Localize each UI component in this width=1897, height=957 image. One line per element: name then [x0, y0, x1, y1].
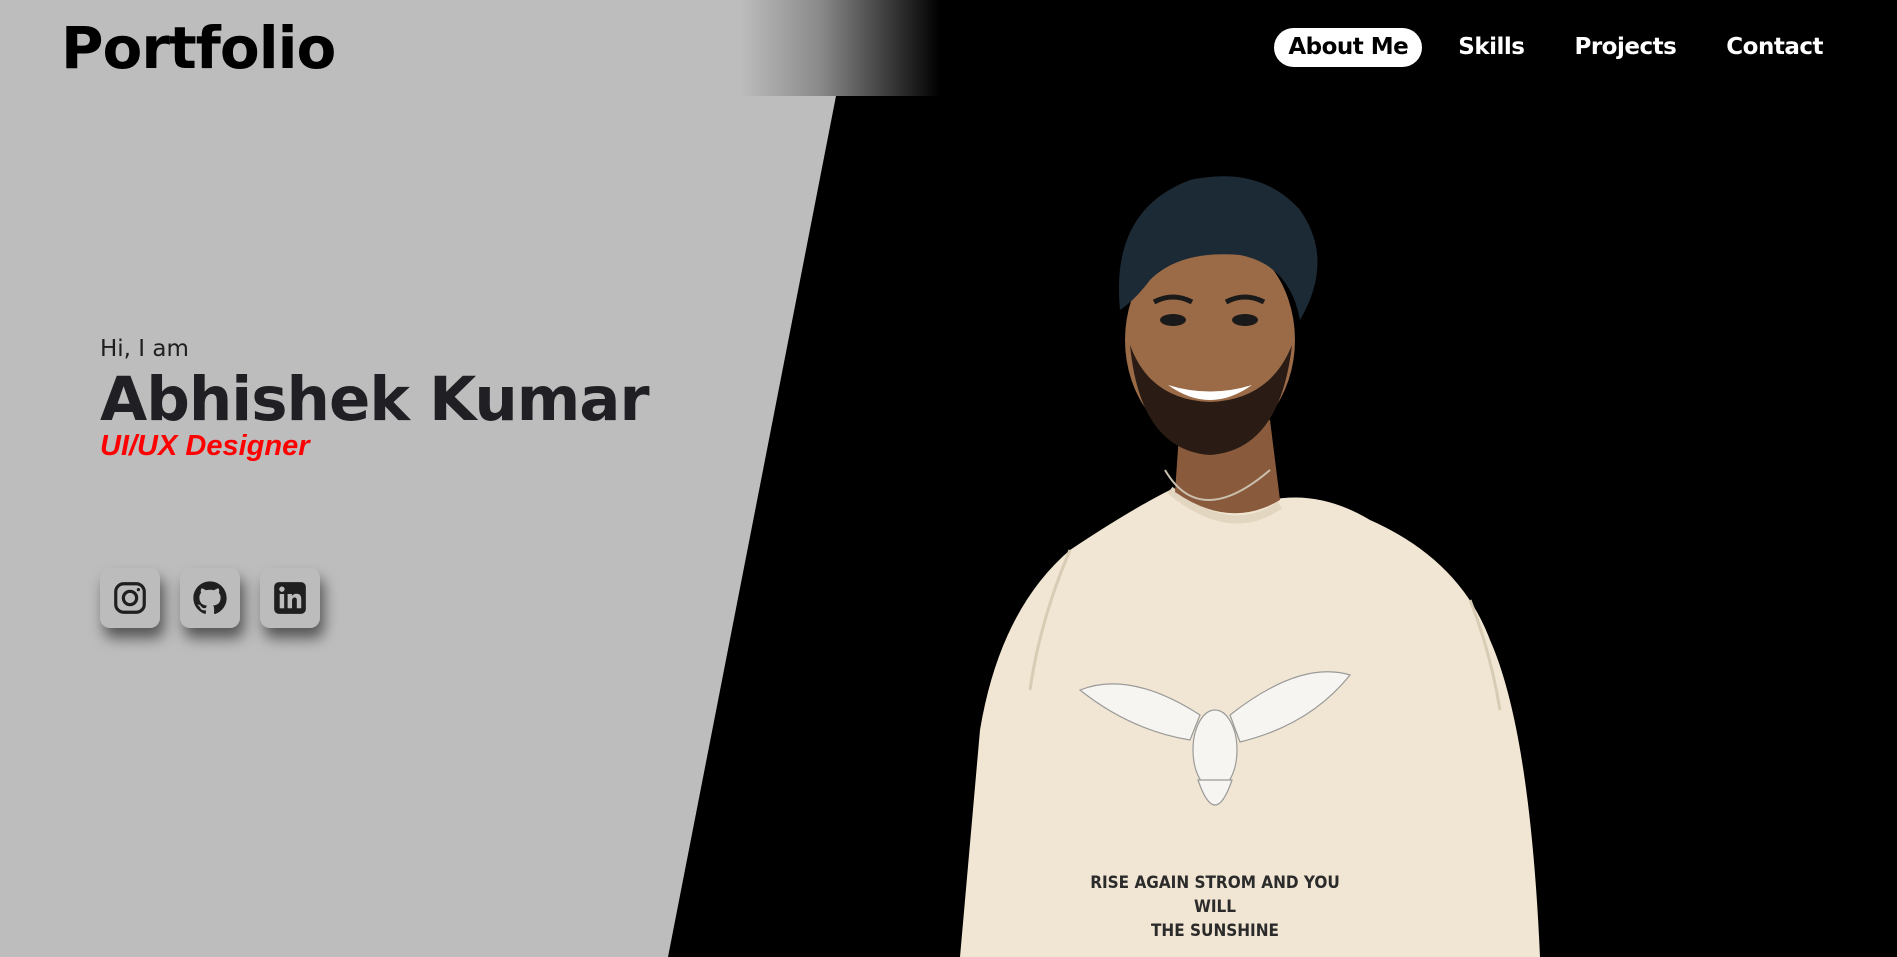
site-logo[interactable]: Portfolio: [61, 14, 336, 82]
github-icon: [193, 581, 227, 615]
greeting-text: Hi, I am: [100, 336, 189, 362]
nav-contact[interactable]: Contact: [1712, 28, 1837, 67]
hero-intro: Hi, I am Abhishek Kumar UI/UX Designer: [100, 336, 650, 463]
hero-name: Abhishek Kumar: [100, 364, 650, 435]
main-nav: About Me Skills Projects Contact: [1274, 28, 1837, 67]
instagram-icon: [114, 582, 146, 614]
linkedin-button[interactable]: [260, 568, 320, 628]
shirt-text-line1: RISE AGAIN STROM AND YOU WILL: [1090, 873, 1340, 917]
shirt-text-line2: THE SUNSHINE: [1151, 920, 1279, 941]
nav-about-me[interactable]: About Me: [1274, 28, 1423, 67]
profile-illustration: [960, 176, 1540, 957]
profile-photo: RISE AGAIN STROM AND YOU WILL THE SUNSHI…: [940, 170, 1590, 957]
nav-projects[interactable]: Projects: [1560, 28, 1690, 67]
social-links: [100, 568, 320, 628]
header-gradient: [740, 0, 940, 96]
instagram-button[interactable]: [100, 568, 160, 628]
github-button[interactable]: [180, 568, 240, 628]
linkedin-icon: [274, 582, 306, 614]
nav-skills[interactable]: Skills: [1444, 28, 1538, 67]
